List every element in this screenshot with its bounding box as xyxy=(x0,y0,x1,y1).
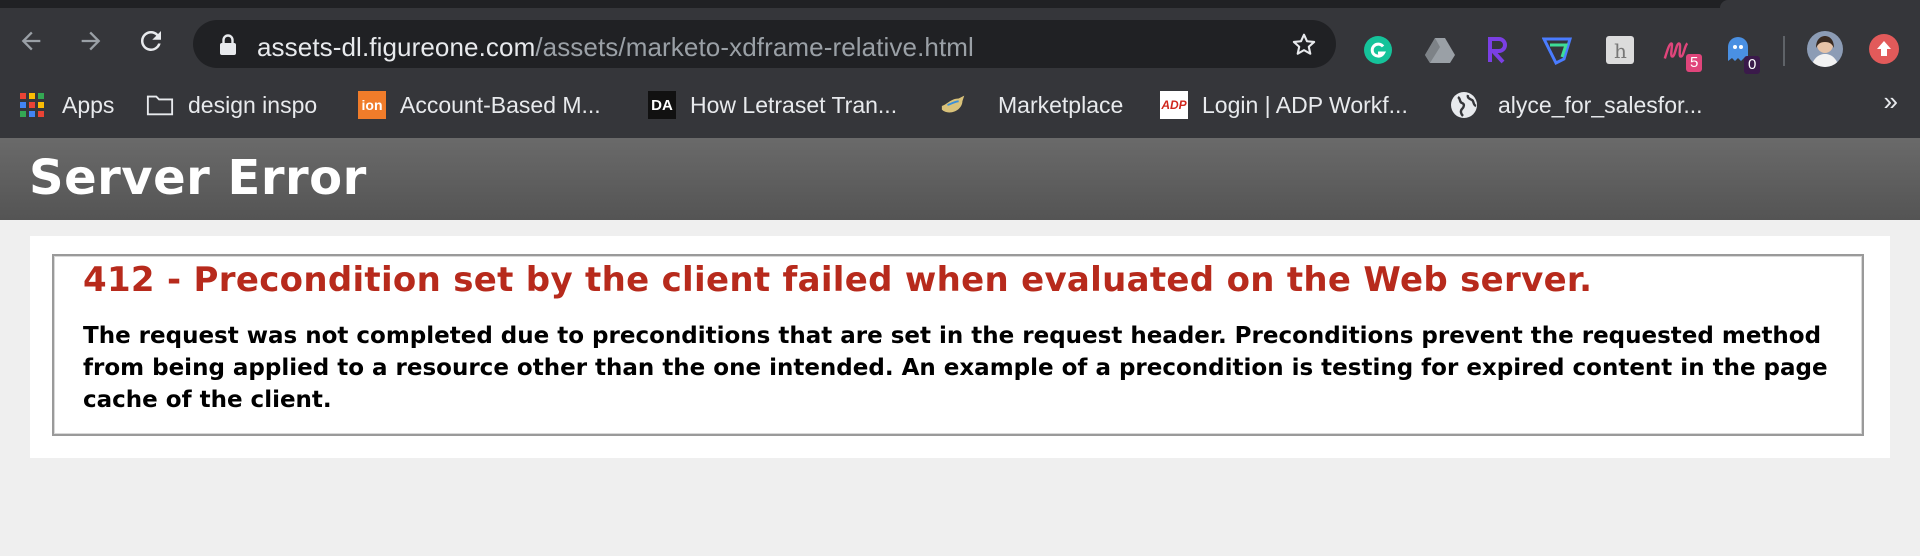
da-favicon: DA xyxy=(648,91,676,119)
bookmark-alyce[interactable]: alyce_for_salesfor... xyxy=(1450,90,1703,120)
forward-arrow-icon xyxy=(81,31,101,51)
r-extension-icon[interactable] xyxy=(1482,34,1514,66)
m-extension-badge: 5 xyxy=(1686,54,1703,72)
bookmark-label: Login | ADP Workf... xyxy=(1202,91,1408,118)
bookmark-letraset[interactable]: DA How Letraset Tran... xyxy=(648,90,897,120)
avatar[interactable] xyxy=(1806,30,1844,68)
address-bar[interactable]: assets-dl.figureone.com/assets/marketo-x… xyxy=(193,20,1336,68)
bookmark-adp[interactable]: ADP Login | ADP Workf... xyxy=(1160,90,1408,120)
bookmark-label: Account-Based M... xyxy=(400,91,601,118)
shield-extension-icon[interactable] xyxy=(1542,34,1574,66)
reload-button[interactable] xyxy=(136,26,166,56)
bookmark-marketplace[interactable]: Marketplace xyxy=(940,90,1123,120)
url-host: assets-dl.figureone.com xyxy=(257,32,536,62)
back-arrow-icon xyxy=(21,31,41,51)
adp-favicon: ADP xyxy=(1160,91,1188,119)
h-extension-icon[interactable]: h xyxy=(1604,34,1636,66)
error-fieldset: 412 - Precondition set by the client fai… xyxy=(52,254,1864,436)
bookmarks-bar: Apps design inspo ion Account-Based M...… xyxy=(0,78,1920,128)
bookmark-label: Marketplace xyxy=(998,91,1124,118)
error-description: The request was not completed due to pre… xyxy=(83,323,1828,413)
bookmark-label: design inspo xyxy=(188,91,318,118)
grammarly-icon[interactable] xyxy=(1362,34,1394,66)
m-extension-icon[interactable]: 5 xyxy=(1662,34,1703,72)
toolbar-divider xyxy=(1783,36,1785,66)
url-path: /assets/marketo-xdframe-relative.html xyxy=(535,32,974,62)
browser-toolbar: assets-dl.figureone.com/assets/marketo-x… xyxy=(0,8,1920,78)
ghost-extension-badge: 0 xyxy=(1744,56,1761,74)
forward-button[interactable] xyxy=(76,26,106,56)
google-drive-icon[interactable] xyxy=(1424,34,1456,66)
browser-chrome: assets-dl.figureone.com/assets/marketo-x… xyxy=(0,0,1920,138)
svg-text:h: h xyxy=(1614,39,1627,63)
bookmark-label: How Letraset Tran... xyxy=(690,91,898,118)
folder-icon xyxy=(146,91,174,119)
bookmark-label: alyce_for_salesfor... xyxy=(1498,91,1703,118)
apps-grid-icon xyxy=(18,91,46,119)
page-header: Server Error xyxy=(0,138,1920,220)
bookmark-star-icon[interactable] xyxy=(1290,31,1318,59)
back-button[interactable] xyxy=(16,26,46,56)
active-tab[interactable] xyxy=(1720,0,1920,8)
tab-strip xyxy=(0,0,1920,8)
ion-favicon: ion xyxy=(358,91,386,119)
bookmark-account-based[interactable]: ion Account-Based M... xyxy=(358,90,601,120)
bookmark-apps[interactable]: Apps xyxy=(18,90,114,120)
update-icon[interactable] xyxy=(1868,33,1900,65)
more-bookmarks-button[interactable]: » xyxy=(1884,86,1898,117)
error-title: 412 - Precondition set by the client fai… xyxy=(83,260,1593,300)
lock-icon xyxy=(220,34,236,55)
globe-icon xyxy=(1450,91,1478,119)
page-title: Server Error xyxy=(29,150,367,206)
bird-favicon xyxy=(940,91,968,119)
ghost-extension-icon[interactable]: 0 xyxy=(1722,34,1761,74)
bookmark-design-inspo[interactable]: design inspo xyxy=(146,90,317,120)
error-content: 412 - Precondition set by the client fai… xyxy=(30,236,1890,458)
url-text: assets-dl.figureone.com/assets/marketo-x… xyxy=(257,32,974,63)
bookmark-label: Apps xyxy=(62,91,115,118)
reload-icon xyxy=(140,30,161,51)
